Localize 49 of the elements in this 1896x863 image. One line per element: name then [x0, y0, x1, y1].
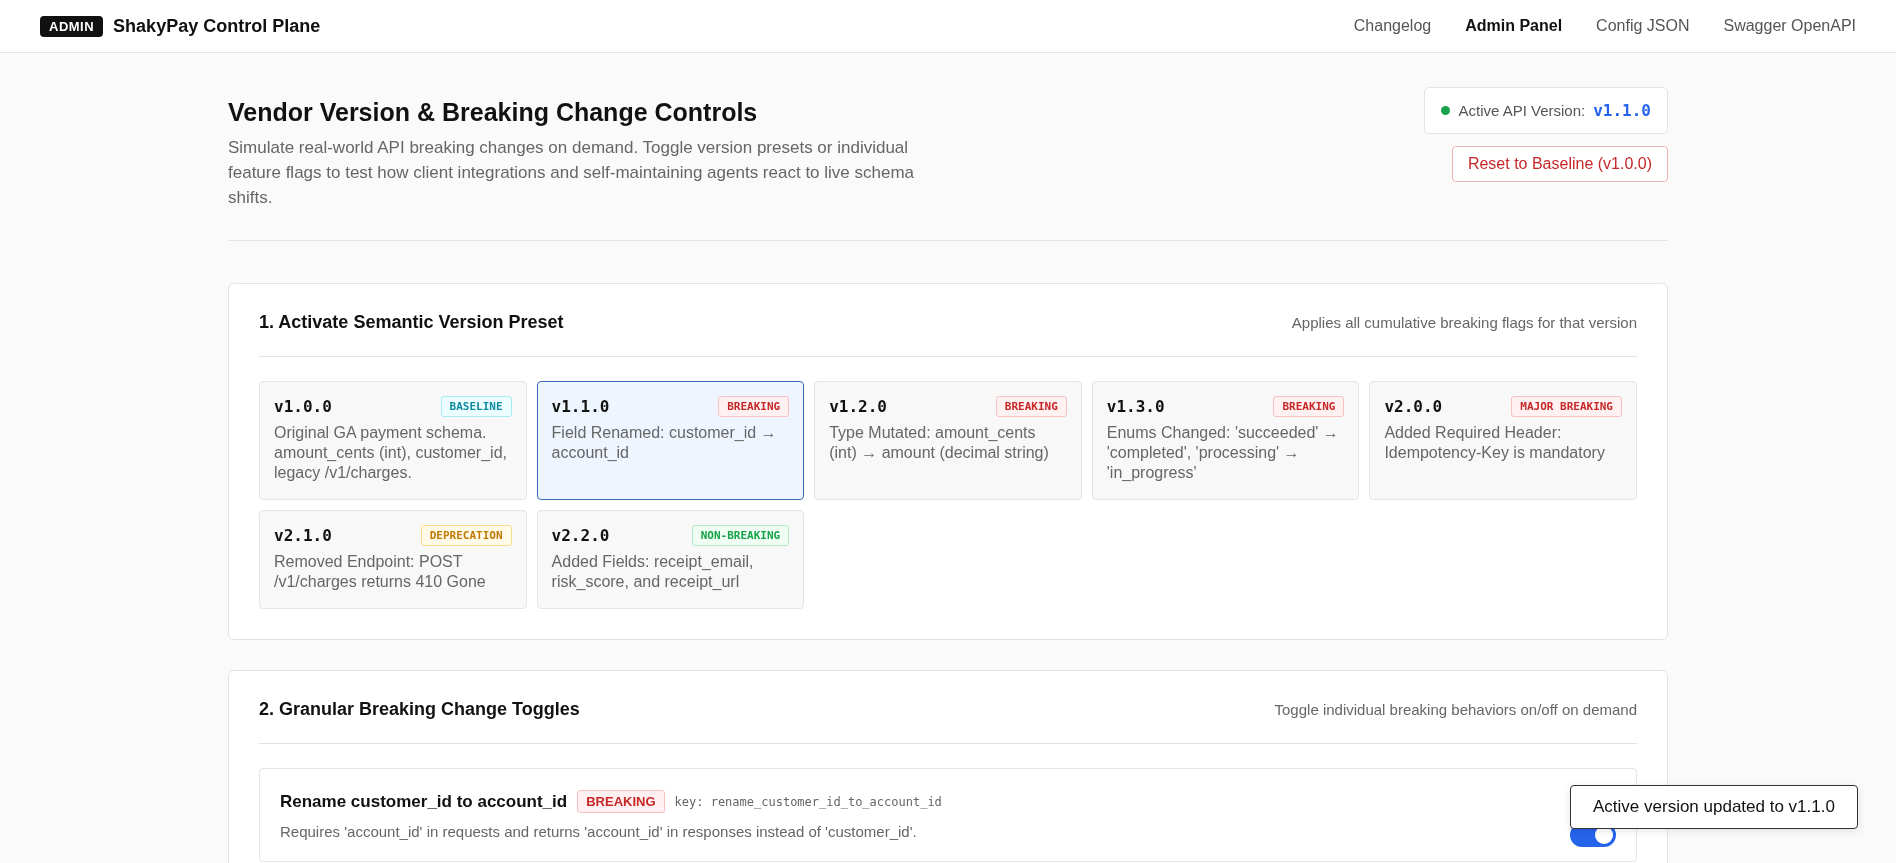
version-card[interactable]: v1.3.0 BREAKING Enums Changed: 'succeeded' → 'completed', 'processing' → 'in_progress': [1091, 381, 1360, 500]
change-type-badge: BREAKING: [577, 790, 665, 813]
change-type-badge: BREAKING: [718, 396, 790, 417]
change-type-badge: DEPRECATION: [420, 525, 512, 546]
version-description: Field Renamed: customer_id → account_id: [551, 423, 778, 463]
version-description: Enums Changed: 'succeeded' → 'completed', 'processing' → 'in_progress': [1106, 423, 1340, 483]
admin-badge: ADMIN: [40, 15, 104, 37]
version-number: v1.3.0: [1106, 397, 1165, 416]
version-card[interactable]: v2.0.0 MAJOR BREAKING Added Required Header: Idempotency-Key is mandatory: [1369, 381, 1637, 500]
version-card[interactable]: v2.2.0 NON-BREAKING Added Fields: receipt_email, risk_score, and receipt_url: [536, 510, 805, 609]
section-title: 2. Granular Breaking Change Toggles: [259, 698, 580, 720]
change-type-badge: BREAKING: [995, 396, 1067, 417]
status-value: v1.1.0: [1593, 101, 1651, 120]
page-description: Simulate real-world API breaking changes on demand. Toggle version presets or individual feature flags to test how client integrations and self-maintaining agents react to live schema shifts.: [228, 137, 916, 209]
version-number: v2.1.0: [274, 526, 332, 545]
nav-link[interactable]: Changelog: [1353, 17, 1432, 35]
nav-link[interactable]: Swagger OpenAPI: [1723, 17, 1856, 35]
app-title: ShakyPay Control Plane: [113, 15, 321, 37]
reset-button[interactable]: Reset to Baseline (v1.0.0): [1451, 146, 1668, 182]
section-hint: Applies all cumulative breaking flags for that version: [1291, 313, 1637, 331]
toggle-description: Requires 'account_id' in requests and returns 'account_id' in responses instead of 'customer_id'.: [280, 823, 918, 840]
change-type-badge: NON-BREAKING: [691, 525, 790, 546]
version-description: Original GA payment schema. amount_cents (int), customer_id, legacy /v1/charges.: [274, 423, 508, 483]
flag-key: key: rename_customer_id_to_account_id: [674, 794, 942, 809]
version-number: v2.2.0: [551, 526, 610, 545]
toggle-name: Rename customer_id to account_id: [280, 791, 568, 812]
status-label: Active API Version:: [1458, 102, 1586, 119]
version-number: v1.1.0: [551, 397, 610, 416]
status-dot-icon: [1441, 106, 1451, 115]
version-description: Type Mutated: amount_cents (int) → amount (decimal string): [829, 423, 1050, 463]
section-title: 1. Activate Semantic Version Preset: [259, 311, 564, 333]
section-hint: Toggle individual breaking behaviors on/off on demand: [1274, 700, 1637, 718]
page-title: Vendor Version & Breaking Change Controls: [228, 98, 759, 127]
nav-link[interactable]: Config JSON: [1596, 17, 1690, 35]
version-number: v2.0.0: [1384, 397, 1443, 416]
version-number: v1.0.0: [274, 397, 332, 416]
version-description: Removed Endpoint: POST /v1/charges returns 410 Gone: [274, 552, 487, 592]
version-description: Added Required Header: Idempotency-Key is mandatory: [1384, 423, 1606, 463]
change-type-badge: MAJOR BREAKING: [1511, 396, 1622, 417]
version-description: Added Fields: receipt_email, risk_score, and receipt_url: [551, 552, 755, 592]
version-card[interactable]: v1.0.0 BASELINE Original GA payment schema. amount_cents (int), customer_id, legacy /v1/charges.: [259, 381, 527, 500]
version-card[interactable]: v1.2.0 BREAKING Type Mutated: amount_cents (int) → amount (decimal string): [814, 381, 1082, 500]
change-type-badge: BASELINE: [440, 396, 512, 417]
toast-notification: Active version updated to v1.1.0: [1570, 785, 1858, 829]
version-number: v1.2.0: [829, 397, 887, 416]
change-type-badge: BREAKING: [1273, 396, 1345, 417]
nav-link[interactable]: Admin Panel: [1465, 17, 1563, 35]
version-card[interactable]: v1.1.0 BREAKING Field Renamed: customer_id → account_id: [536, 381, 805, 500]
version-card[interactable]: v2.1.0 DEPRECATION Removed Endpoint: POST /v1/charges returns 410 Gone: [259, 510, 527, 609]
